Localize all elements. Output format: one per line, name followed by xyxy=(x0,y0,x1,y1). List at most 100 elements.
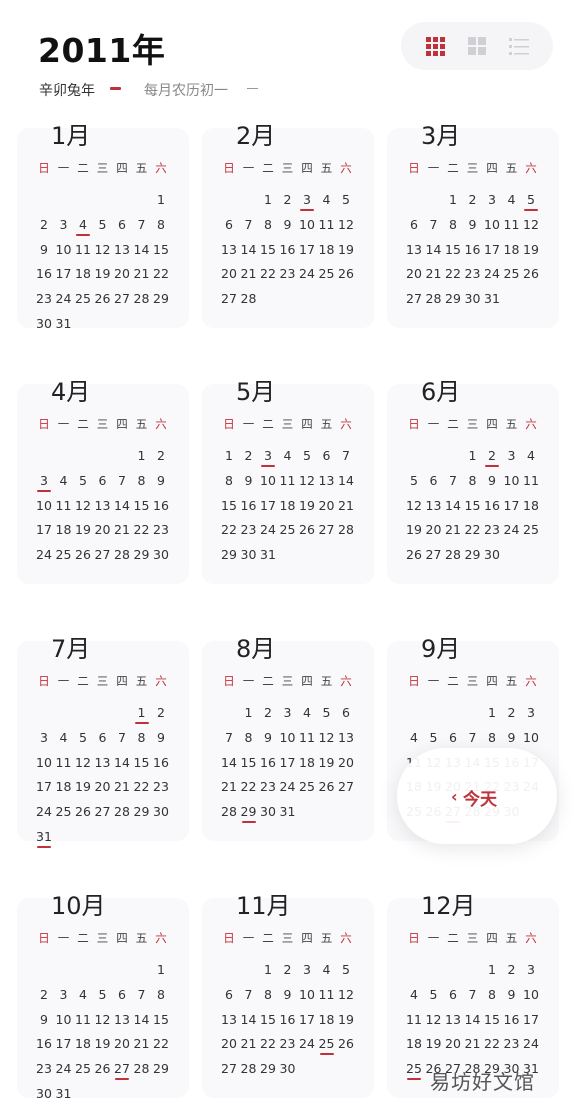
day-cell[interactable]: 14 xyxy=(336,473,356,489)
day-cell[interactable]: 15 xyxy=(239,755,259,771)
day-cell[interactable]: 25 xyxy=(502,266,522,282)
day-cell[interactable]: 5 xyxy=(336,192,356,208)
day-cell[interactable]: 21 xyxy=(112,522,132,538)
day-cell[interactable]: 2 xyxy=(258,705,278,721)
day-cell[interactable]: 20 xyxy=(317,498,337,514)
day-cell[interactable]: 10 xyxy=(54,1012,74,1028)
day-cell[interactable]: 16 xyxy=(463,242,483,258)
day-cell[interactable]: 22 xyxy=(258,1036,278,1052)
day-cell[interactable]: 6 xyxy=(219,217,239,233)
day-cell[interactable]: 10 xyxy=(34,755,54,771)
day-cell[interactable]: 11 xyxy=(278,473,298,489)
grid-view-button[interactable] xyxy=(423,34,447,58)
day-cell[interactable]: 21 xyxy=(239,1036,259,1052)
day-cell[interactable]: 17 xyxy=(297,242,317,258)
day-cell[interactable]: 24 xyxy=(258,522,278,538)
day-cell[interactable]: 5 xyxy=(404,473,424,489)
day-cell[interactable]: 3 xyxy=(258,448,278,467)
day-cell[interactable]: 14 xyxy=(219,755,239,771)
day-cell[interactable]: 29 xyxy=(132,547,152,563)
day-cell[interactable]: 24 xyxy=(482,266,502,282)
day-cell[interactable]: 21 xyxy=(443,522,463,538)
day-cell[interactable]: 8 xyxy=(443,217,463,233)
day-cell[interactable]: 7 xyxy=(112,730,132,746)
day-cell[interactable]: 13 xyxy=(317,473,337,489)
day-cell[interactable]: 10 xyxy=(521,730,541,746)
day-cell[interactable]: 13 xyxy=(112,242,132,258)
day-cell[interactable]: 2 xyxy=(151,448,171,464)
day-cell[interactable]: 10 xyxy=(278,730,298,746)
day-cell[interactable]: 8 xyxy=(258,217,278,233)
day-cell[interactable]: 15 xyxy=(151,1012,171,1028)
day-cell[interactable]: 9 xyxy=(151,473,171,489)
day-cell[interactable]: 29 xyxy=(463,547,483,563)
day-cell[interactable]: 9 xyxy=(278,217,298,233)
day-cell[interactable]: 27 xyxy=(219,1061,239,1077)
day-cell[interactable]: 2 xyxy=(34,987,54,1003)
day-cell[interactable]: 23 xyxy=(278,1036,298,1052)
month-block[interactable]: 11月日一二三四五六 1 2 3 4 5 6 7 8 9 10 11 12 13 14 15 16 17 18 19 2… xyxy=(202,886,374,1098)
day-cell[interactable]: 25 xyxy=(54,547,74,563)
day-cell[interactable]: 20 xyxy=(336,755,356,771)
day-cell[interactable]: 25 xyxy=(278,522,298,538)
day-cell[interactable]: 13 xyxy=(404,242,424,258)
day-cell[interactable]: 16 xyxy=(34,1036,54,1052)
day-cell[interactable]: 4 xyxy=(521,448,541,464)
day-cell[interactable]: 1 xyxy=(482,962,502,978)
day-cell[interactable]: 2 xyxy=(151,705,171,721)
day-cell[interactable]: 23 xyxy=(502,1036,522,1052)
day-cell[interactable]: 22 xyxy=(151,266,171,282)
day-cell[interactable]: 9 xyxy=(463,217,483,233)
day-cell[interactable]: 17 xyxy=(258,498,278,514)
day-cell[interactable]: 9 xyxy=(482,473,502,489)
day-cell[interactable]: 4 xyxy=(297,705,317,721)
day-cell[interactable]: 10 xyxy=(521,987,541,1003)
day-cell[interactable]: 31 xyxy=(482,291,502,307)
day-cell[interactable]: 22 xyxy=(239,779,259,795)
day-cell[interactable]: 10 xyxy=(34,498,54,514)
day-cell[interactable]: 2 xyxy=(278,962,298,978)
day-cell[interactable]: 14 xyxy=(443,498,463,514)
day-cell[interactable]: 21 xyxy=(463,1036,483,1052)
day-cell[interactable]: 26 xyxy=(297,522,317,538)
day-cell[interactable]: 12 xyxy=(336,987,356,1003)
day-cell[interactable]: 6 xyxy=(336,705,356,721)
day-cell[interactable]: 18 xyxy=(54,779,74,795)
day-cell[interactable]: 16 xyxy=(34,266,54,282)
day-cell[interactable]: 24 xyxy=(502,522,522,538)
day-cell[interactable]: 22 xyxy=(443,266,463,282)
day-cell[interactable]: 1 xyxy=(482,705,502,721)
day-cell[interactable]: 26 xyxy=(336,1036,356,1052)
day-cell[interactable]: 11 xyxy=(297,730,317,746)
day-cell[interactable]: 18 xyxy=(297,755,317,771)
day-cell[interactable]: 19 xyxy=(424,1036,444,1052)
day-cell[interactable]: 15 xyxy=(258,242,278,258)
day-cell[interactable]: 7 xyxy=(112,473,132,489)
day-cell[interactable]: 22 xyxy=(463,522,483,538)
day-cell[interactable]: 21 xyxy=(336,498,356,514)
day-cell[interactable]: 26 xyxy=(521,266,541,282)
day-cell[interactable]: 25 xyxy=(317,1036,337,1056)
day-cell[interactable]: 1 xyxy=(151,962,171,978)
day-cell[interactable]: 8 xyxy=(132,473,152,489)
day-cell[interactable]: 28 xyxy=(132,1061,152,1077)
day-cell[interactable]: 19 xyxy=(336,242,356,258)
day-cell[interactable]: 30 xyxy=(34,1086,54,1102)
day-cell[interactable]: 3 xyxy=(502,448,522,464)
today-button[interactable]: ‹ 今天 xyxy=(397,748,557,844)
day-cell[interactable]: 25 xyxy=(54,804,74,820)
day-cell[interactable]: 3 xyxy=(297,962,317,978)
day-cell[interactable]: 16 xyxy=(482,498,502,514)
day-cell[interactable]: 2 xyxy=(239,448,259,464)
day-cell[interactable]: 4 xyxy=(278,448,298,464)
day-cell[interactable]: 7 xyxy=(443,473,463,489)
day-cell[interactable]: 20 xyxy=(404,266,424,282)
day-cell[interactable]: 28 xyxy=(336,522,356,538)
day-cell[interactable]: 26 xyxy=(336,266,356,282)
day-cell[interactable]: 15 xyxy=(463,498,483,514)
month-block[interactable]: 5月日一二三四五六 1 2 3 4 5 6 7 8 9 10 11 12 13 14 15 16 17 18 19 20… xyxy=(202,372,374,584)
day-cell[interactable]: 25 xyxy=(521,522,541,538)
day-cell[interactable]: 27 xyxy=(93,547,113,563)
day-cell[interactable]: 4 xyxy=(54,473,74,489)
day-cell[interactable]: 5 xyxy=(73,730,93,746)
